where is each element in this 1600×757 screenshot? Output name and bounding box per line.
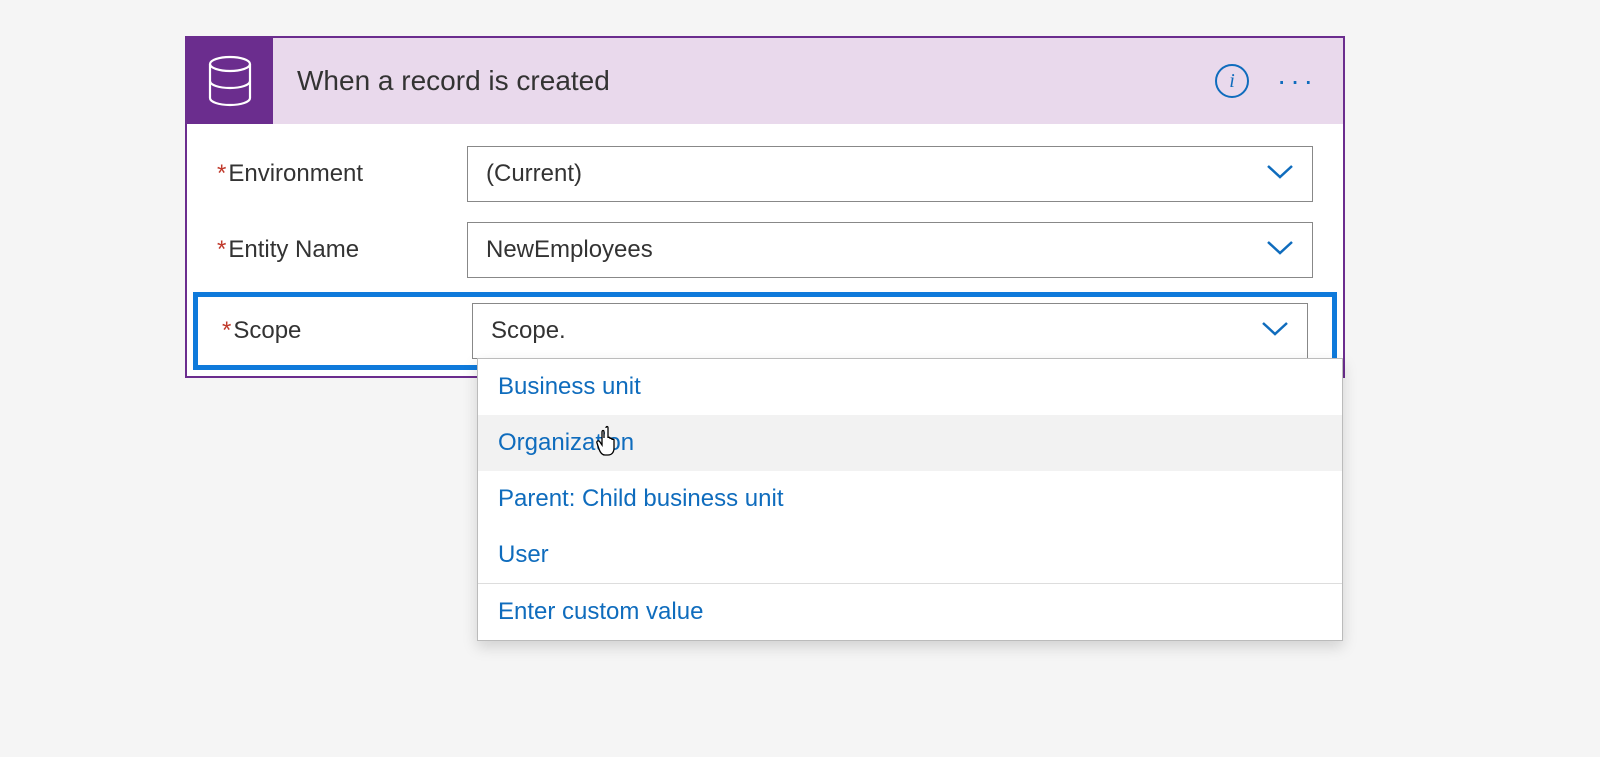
more-menu-icon[interactable]: ··· [1277, 67, 1317, 95]
chevron-down-icon [1261, 321, 1289, 342]
option-business-unit[interactable]: Business unit [478, 359, 1342, 415]
card-header: When a record is created i ··· [187, 38, 1343, 124]
entity-value: NewEmployees [486, 236, 1266, 264]
scope-dropdown-list: Business unit Organization Parent: Child… [477, 358, 1343, 641]
option-parent-child[interactable]: Parent: Child business unit [478, 471, 1342, 527]
card-title: When a record is created [273, 65, 1215, 97]
scope-dropdown[interactable]: Scope. [472, 303, 1308, 359]
header-actions: i ··· [1215, 64, 1343, 98]
environment-row: Environment (Current) [187, 136, 1343, 212]
environment-value: (Current) [486, 160, 1266, 188]
scope-label: Scope [222, 317, 472, 345]
card-body: Environment (Current) Entity Name NewEmp… [187, 124, 1343, 370]
info-icon[interactable]: i [1215, 64, 1249, 98]
entity-label: Entity Name [217, 236, 467, 264]
scope-value: Scope. [491, 317, 1261, 345]
environment-label: Environment [217, 160, 467, 188]
option-user[interactable]: User [478, 527, 1342, 583]
chevron-down-icon [1266, 164, 1294, 185]
database-icon [187, 38, 273, 124]
entity-row: Entity Name NewEmployees [187, 212, 1343, 288]
option-organization[interactable]: Organization [478, 415, 1342, 471]
trigger-card: When a record is created i ··· Environme… [185, 36, 1345, 378]
option-custom-value[interactable]: Enter custom value [478, 583, 1342, 640]
environment-dropdown[interactable]: (Current) [467, 146, 1313, 202]
chevron-down-icon [1266, 240, 1294, 261]
entity-dropdown[interactable]: NewEmployees [467, 222, 1313, 278]
